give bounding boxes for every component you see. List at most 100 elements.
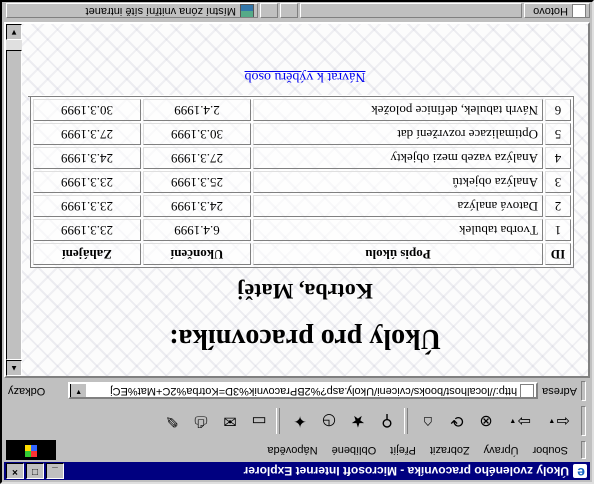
task-end: 30.3.1999	[143, 123, 251, 145]
mail-button[interactable]: ✉	[217, 408, 243, 434]
task-end: 6.4.1999	[143, 219, 251, 241]
stop-icon: ⊗	[479, 412, 493, 429]
home-button[interactable]: ⌂	[415, 408, 441, 434]
task-start: 30.3.1999	[33, 99, 141, 121]
task-id: 2	[545, 195, 571, 217]
task-description: Optimalizace rozvržení dat	[253, 123, 543, 145]
maximize-button[interactable]: □	[26, 463, 44, 479]
links-button[interactable]: Odkazy	[8, 385, 45, 397]
task-start: 23.3.1999	[33, 195, 141, 217]
vertical-scrollbar[interactable]: ▲ ▼	[6, 24, 22, 376]
page-icon	[520, 384, 535, 398]
content-area: Úkoly pro pracovníka: Kotrba, Matěj ID P…	[4, 22, 590, 378]
stop-button[interactable]: ⊗	[473, 408, 499, 434]
forward-button[interactable]: ⇨ ▼	[502, 408, 538, 434]
menu-file[interactable]: Soubor	[526, 444, 575, 456]
horizontal-rule	[28, 95, 574, 97]
fullscreen-button[interactable]: ▭	[246, 408, 272, 434]
arrow-right-icon: ⇨	[517, 412, 531, 429]
mail-icon: ✉	[223, 412, 237, 429]
back-to-people-link[interactable]: Návrat k výběru osob	[22, 68, 588, 84]
task-description: Návrh tabulek, definice položek	[253, 99, 543, 121]
browser-window: Úkoly zvoleného pracovníka - Microsoft I…	[0, 0, 594, 484]
task-id: 3	[545, 171, 571, 193]
scroll-thumb[interactable]	[6, 50, 22, 360]
table-header-row: ID Popis úkolu Ukončení Zahájení	[33, 243, 571, 265]
back-button[interactable]: ⇦ ▼	[541, 408, 577, 434]
scroll-down-button[interactable]: ▼	[6, 24, 22, 40]
task-start: 23.3.1999	[33, 219, 141, 241]
column-header-start: Zahájení	[33, 243, 141, 265]
address-bar: Adresa http://localhost/books/cviceni/Uk…	[4, 380, 590, 402]
task-id: 4	[545, 147, 571, 169]
task-description: Tvorba tabulek	[253, 219, 543, 241]
fullscreen-icon: ▭	[251, 412, 267, 429]
table-row: 3 Analýza objektů 25.3.1999 23.3.1999	[33, 171, 571, 193]
menu-help[interactable]: Nápověda	[260, 444, 324, 456]
edit-icon: ✎	[165, 412, 179, 429]
page-done-icon	[572, 4, 586, 18]
toolbar-separator	[404, 408, 408, 434]
address-input[interactable]: http://localhost/books/cviceni/Ukoly.asp…	[68, 382, 539, 400]
address-dropdown-button[interactable]: ▼	[70, 382, 88, 400]
home-icon: ⌂	[423, 413, 433, 430]
status-offline-pane	[260, 3, 278, 19]
history-button[interactable]: ◷	[316, 408, 342, 434]
table-row: 6 Návrh tabulek, definice položek 2.4.19…	[33, 99, 571, 121]
intranet-zone-icon	[240, 4, 254, 18]
channels-button[interactable]: ✦	[287, 408, 313, 434]
task-description: Analýza objektů	[253, 171, 543, 193]
menu-view[interactable]: Zobrazit	[423, 444, 477, 456]
arrow-left-icon: ⇦	[556, 412, 570, 429]
print-button[interactable]: ⎙	[188, 408, 214, 434]
menu-edit[interactable]: Úpravy	[477, 444, 526, 456]
dropdown-arrow-icon: ▼	[509, 417, 517, 425]
toolbar-grip[interactable]	[581, 406, 586, 436]
dropdown-arrow-icon: ▼	[548, 417, 556, 425]
web-page: Úkoly pro pracovníka: Kotrba, Matěj ID P…	[22, 24, 588, 376]
task-start: 24.3.1999	[33, 147, 141, 169]
task-end: 27.3.1999	[143, 147, 251, 169]
status-zone-pane: Místní zóna vnitřní sítě intranet	[6, 3, 258, 19]
menu-go[interactable]: Přejít	[383, 444, 423, 456]
table-row: 2 Datová analýza 24.3.1999 23.3.1999	[33, 195, 571, 217]
minimize-button[interactable]: _	[46, 463, 64, 479]
column-header-id: ID	[545, 243, 571, 265]
task-end: 25.3.1999	[143, 171, 251, 193]
column-header-end: Ukončení	[143, 243, 251, 265]
edit-button[interactable]: ✎	[159, 408, 185, 434]
ie-icon	[573, 464, 587, 478]
task-id: 1	[545, 219, 571, 241]
menu-bar: Soubor Úpravy Zobrazit Přejít Oblíbené N…	[4, 440, 590, 460]
status-progress-pane	[300, 3, 522, 19]
favorites-button[interactable]: ★	[345, 408, 371, 434]
task-end: 2.4.1999	[143, 99, 251, 121]
task-description: Datová analýza	[253, 195, 543, 217]
close-button[interactable]: ×	[6, 463, 24, 479]
refresh-icon: ⟳	[450, 412, 464, 429]
column-header-description: Popis úkolu	[253, 243, 543, 265]
task-description: Analýza vazeb mezi objekty	[253, 147, 543, 169]
title-bar[interactable]: Úkoly zvoleného pracovníka - Microsoft I…	[4, 462, 590, 480]
status-lock-pane	[280, 3, 298, 19]
menu-favorites[interactable]: Oblíbené	[325, 444, 384, 456]
status-zone-text: Místní zóna vnitřní sítě intranet	[85, 5, 236, 17]
address-url[interactable]: http://localhost/books/cviceni/Ukoly.asp…	[87, 385, 517, 397]
worker-name: Kotrba, Matěj	[237, 279, 373, 304]
menu-grip[interactable]	[581, 441, 586, 459]
refresh-button[interactable]: ⟳	[444, 408, 470, 434]
scroll-up-button[interactable]: ▲	[6, 360, 22, 376]
address-grip[interactable]	[581, 381, 586, 401]
status-text: Hotovo	[533, 5, 568, 17]
task-id: 5	[545, 123, 571, 145]
status-bar: Hotovo Místní zóna vnitřní sítě intranet	[4, 2, 590, 20]
print-icon: ⎙	[194, 413, 208, 430]
task-start: 23.3.1999	[33, 171, 141, 193]
search-icon: ⚲	[381, 412, 393, 429]
table-row: 1 Tvorba tabulek 6.4.1999 23.3.1999	[33, 219, 571, 241]
search-button[interactable]: ⚲	[374, 408, 400, 434]
windows-logo-icon	[6, 440, 56, 460]
page-heading: Úkoly pro pracovníka:	[169, 323, 441, 354]
history-icon: ◷	[322, 412, 336, 429]
channels-icon: ✦	[293, 412, 307, 429]
